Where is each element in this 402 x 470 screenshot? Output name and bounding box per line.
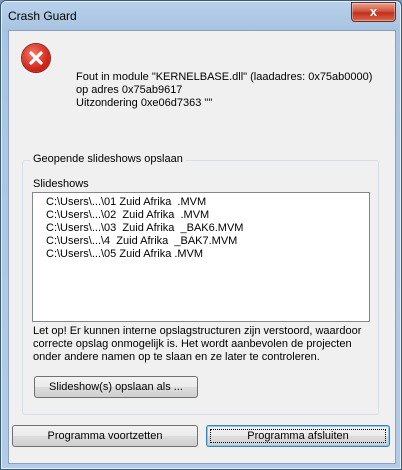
save-slideshows-as-label: Slideshow(s) opslaan als ... [49,381,183,393]
warning-text-line: Let op! Er kunnen interne opslagstructur… [33,325,362,337]
slideshows-listbox[interactable]: C:\Users\...\01 Zuid Afrika .MVM C:\User… [32,192,370,322]
warning-text-line: onder andere namen op te slaan en ze lat… [33,351,320,363]
error-icon [22,44,50,72]
error-message-line: Fout in module "KERNELBASE.dll" (laadadr… [76,71,373,83]
close-window-button[interactable]: x [351,2,396,22]
warning-text-line: correcte opslag onmogelijk is. Het wordt… [33,338,352,350]
list-item[interactable]: C:\Users\...\02 Zuid Afrika .MVM [46,209,209,222]
list-item[interactable]: C:\Users\...\4 Zuid Afrika _BAK7.MVM [46,235,237,248]
list-item[interactable]: C:\Users\...\01 Zuid Afrika .MVM [46,196,206,209]
slideshows-label: Slideshows [33,178,89,190]
save-slideshows-as-button[interactable]: Slideshow(s) opslaan als ... [34,376,198,398]
continue-program-button[interactable]: Programma voortzetten [12,425,198,447]
title-bar[interactable]: Crash Guard x [1,1,401,29]
window-title: Crash Guard [8,9,77,23]
focus-rectangle [210,429,386,443]
list-item[interactable]: C:\Users\...\03 Zuid Afrika _BAK6.MVM [46,222,243,235]
error-message-line: Uitzondering 0xe06d7363 "" [76,97,213,109]
list-item[interactable]: C:\Users\...\05 Zuid Afrika .MVM [46,248,203,261]
continue-program-label: Programma voortzetten [47,430,163,442]
close-program-button[interactable]: Programma afsluiten [206,425,390,447]
error-message-line: op adres 0x75ab9617 [76,84,183,96]
group-title: Geopende slideshows opslaan [30,153,186,165]
